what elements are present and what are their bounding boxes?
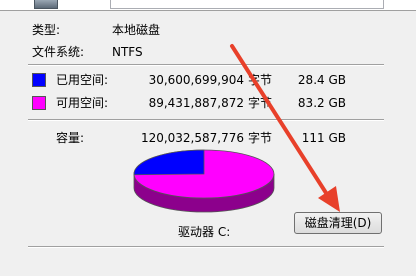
- annotation-arrow: [230, 44, 340, 212]
